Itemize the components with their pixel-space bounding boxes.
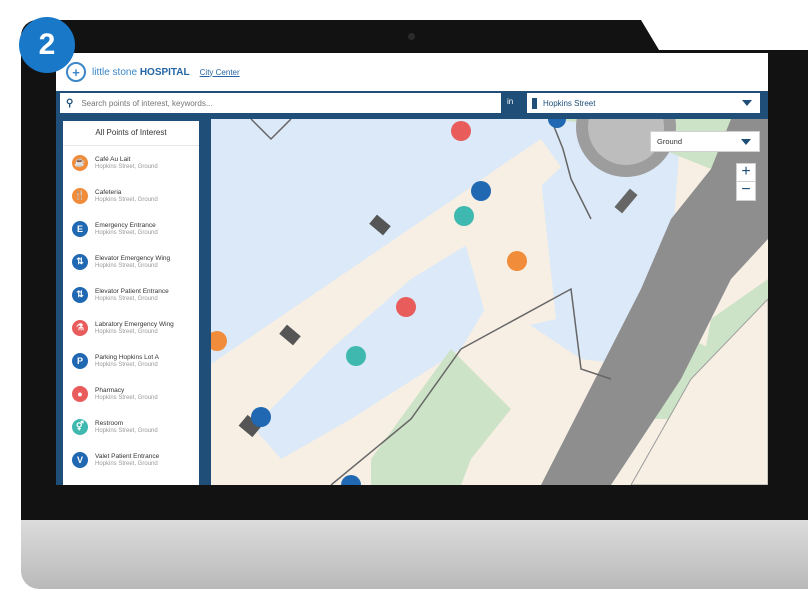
poi-text: Elevator Emergency Wing Hopkins Street, G… [95,255,170,269]
logo-bold: HOSPITAL [139,66,190,78]
poi-location: Hopkins Street, Ground [95,295,158,302]
poi-sidebar: All Points of Interest ☕ Café Au Lait Hopk… [63,121,199,485]
valet-icon: V [72,451,88,468]
poi-location: Hopkins Street, Ground [95,361,158,368]
map-canvas[interactable] [211,119,768,485]
poi-text: Cafeteria Hopkins Street, Ground [95,189,158,203]
utensils-icon: 🍴 [72,187,88,204]
camera-icon [408,33,415,40]
building-select[interactable]: Hopkins Street [527,93,760,113]
poi-text: Café Au Lait Hopkins Street, Ground [95,156,158,170]
poi-name: Cafeteria [95,188,122,196]
microscope-icon: ⚗ [72,319,88,336]
poi-list-item[interactable]: ⇅ Elevator Emergency Wing Hopkins Street, … [63,245,199,278]
poi-list-item[interactable]: E Emergency Entrance Hopkins Street, Groun… [63,212,199,245]
zoom-in-button[interactable]: + [736,163,756,183]
city-center-link[interactable]: City Center [200,68,240,77]
coffee-icon: ☕ [72,154,88,171]
poi-location: Hopkins Street, Ground [95,196,158,203]
poi-list-item[interactable]: ⇅ Elevator Patient Entrance Hopkins Street… [63,278,199,311]
app-screen: + little stone HOSPITAL City Center ⚲ in… [56,53,768,485]
step-number-badge: 2 [19,17,75,73]
search-bar[interactable]: ⚲ [60,93,501,113]
monitor-chin [21,520,808,589]
search-icon: ⚲ [66,97,74,109]
zoom-out-button[interactable]: − [736,181,756,201]
logo-prefix: little stone [92,66,140,78]
poi-text: Labratory Emergency Wing Hopkins Street, … [95,321,174,335]
poi-text: Emergency Entrance Hopkins Street, Ground [95,222,158,236]
poi-location: Hopkins Street, Ground [95,163,158,170]
floor-select[interactable]: Ground [650,131,760,152]
poi-name: Elevator Patient Entrance [95,287,169,295]
poi-name: Valet Patient Entrance [95,452,160,460]
pill-icon: ● [72,385,88,402]
poi-text: Valet Patient Entrance Hopkins Street, Gr… [95,453,159,467]
poi-text: Pharmacy Hopkins Street, Ground [95,387,158,401]
poi-text: Elevator Patient Entrance Hopkins Street,… [95,288,169,302]
emergency-entrance-icon: E [72,220,88,237]
poi-list-item[interactable]: P Parking Hopkins Lot A Hopkins Street, Gr… [63,344,199,377]
in-label: in [507,97,514,106]
poi-location: Hopkins Street, Ground [95,262,158,269]
poi-location: Hopkins Street, Ground [95,394,158,401]
poi-text: Parking Hopkins Lot A Hopkins Street, Gro… [95,354,159,368]
restroom-icon: ⚥ [72,418,88,435]
poi-list-item[interactable]: V Valet Patient Entrance Hopkins Street, G… [63,443,199,476]
hospital-logo[interactable]: little stone HOSPITAL [92,67,190,78]
bezel-reflection [641,20,808,50]
building-label: Hopkins Street [543,98,596,108]
chevron-down-icon [741,138,751,145]
poi-list-item[interactable]: ⚗ Labratory Emergency Wing Hopkins Street,… [63,311,199,344]
poi-list-item[interactable]: 🍴 Cafeteria Hopkins Street, Ground [63,179,199,212]
poi-list-item[interactable]: ⚥ Restroom Hopkins Street, Ground [63,410,199,443]
app-header: + little stone HOSPITAL City Center [56,53,768,91]
poi-name: Labratory Emergency Wing [95,320,174,328]
indoor-map[interactable]: Ground + − [211,119,768,485]
search-input[interactable] [79,97,484,109]
poi-name: Pharmacy [95,386,125,394]
chevron-down-icon [742,100,752,106]
poi-name: Elevator Emergency Wing [95,254,171,262]
poi-list-item[interactable]: ☕ Café Au Lait Hopkins Street, Ground [63,146,199,179]
elevator-icon: ⇅ [72,286,88,303]
poi-location: Hopkins Street, Ground [95,427,158,434]
poi-name: Restroom [95,419,124,427]
building-icon [532,97,537,109]
poi-location: Hopkins Street, Ground [95,460,158,467]
elevator-icon: ⇅ [72,253,88,270]
poi-name: Café Au Lait [95,155,131,163]
poi-list-item[interactable]: ● Pharmacy Hopkins Street, Ground [63,377,199,410]
poi-text: Restroom Hopkins Street, Ground [95,420,158,434]
poi-name: Parking Hopkins Lot A [95,353,159,361]
poi-location: Hopkins Street, Ground [95,229,158,236]
floor-label: Ground [657,137,683,146]
poi-list: ☕ Café Au Lait Hopkins Street, Ground 🍴 Cafe… [63,146,199,476]
hospital-logo-icon: + [66,62,86,82]
sidebar-title: All Points of Interest [63,121,199,146]
poi-location: Hopkins Street, Ground [95,328,158,335]
parking-icon: P [72,352,88,369]
poi-name: Emergency Entrance [95,221,156,229]
